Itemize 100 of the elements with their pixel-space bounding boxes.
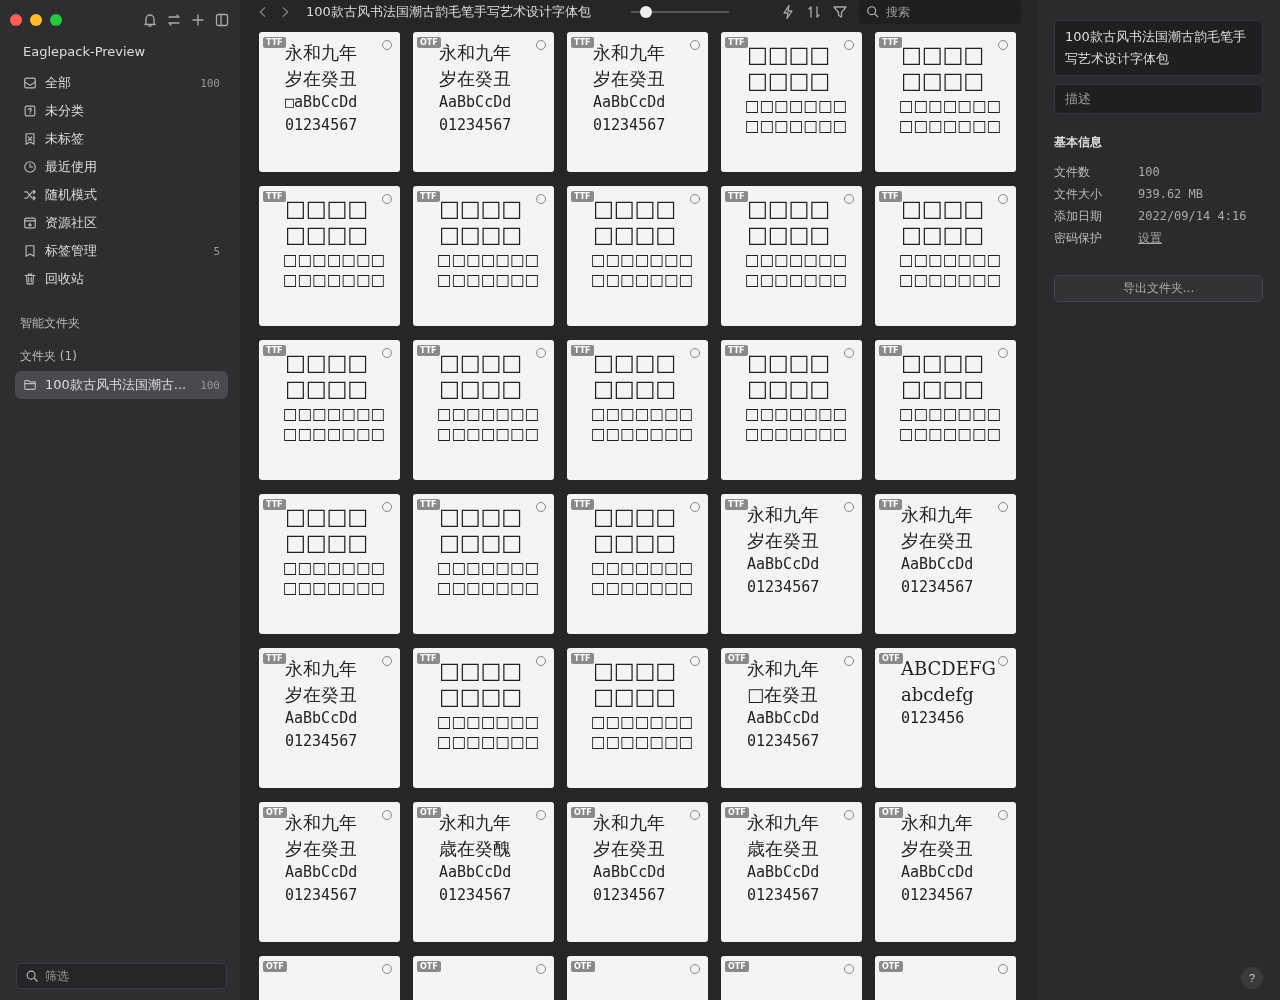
filter-icon[interactable] — [832, 4, 848, 20]
format-tag: TTF — [263, 191, 286, 202]
sidebar-item[interactable]: 标签管理 5 — [15, 237, 228, 265]
sample-text: □□□□□□□ — [591, 271, 694, 290]
plus-icon[interactable] — [190, 12, 206, 28]
sample-text: □□□□ — [439, 376, 523, 403]
export-button[interactable]: 导出文件夹... — [1054, 275, 1263, 302]
sidebar-item[interactable]: 随机模式 — [15, 181, 228, 209]
sample-text: AaBbCcDd — [439, 863, 512, 882]
sample-text: 岁在癸丑 — [901, 529, 973, 552]
format-tag: OTF — [725, 653, 749, 664]
sample-text: □□□□□□□ — [591, 250, 694, 270]
format-tag: TTF — [879, 37, 902, 48]
sample-text: AaBbCcDd — [747, 555, 820, 574]
sample-text: □□□□□□□ — [899, 271, 1002, 290]
minimize-button[interactable] — [30, 14, 42, 26]
format-tag: TTF — [417, 345, 440, 356]
sample-text: □□□□□□□ — [283, 425, 386, 444]
sample-text: 岁在癸丑 — [593, 67, 665, 90]
sidebar-item[interactable]: 资源社区 — [15, 209, 228, 237]
sample-text: □□□□□□□ — [745, 404, 848, 424]
sample-text: □□□□ — [439, 684, 523, 711]
sample-text: 永和九年 — [747, 504, 819, 526]
thumbnail-size-slider[interactable] — [630, 5, 729, 19]
item-label: 未标签 — [45, 130, 85, 148]
sample-text: □□□□ — [901, 42, 985, 69]
description-field[interactable]: 描述 — [1054, 84, 1263, 114]
format-tag: TTF — [417, 499, 440, 510]
sample-text: AaBbCcDd — [901, 863, 974, 882]
help-button[interactable]: ? — [1241, 967, 1263, 989]
sample-text: □□□□ — [747, 196, 831, 223]
shuffle-icon — [23, 188, 37, 202]
sample-text: □□□□ — [439, 222, 523, 249]
format-tag: TTF — [725, 499, 748, 510]
swap-arrows-icon[interactable] — [166, 12, 182, 28]
sort-icon[interactable] — [806, 4, 822, 20]
sample-text: □□□□ — [593, 530, 677, 557]
sidebar-item[interactable]: 最近使用 — [15, 153, 228, 181]
sample-text: 01234567 — [285, 116, 358, 135]
sample-text: □□□□ — [593, 684, 677, 711]
sample-text: □□□□□□□ — [591, 733, 694, 752]
sample-text: 01234567 — [747, 886, 820, 905]
library-switcher[interactable]: Eaglepack-Preview — [0, 40, 240, 69]
zoom-button[interactable] — [50, 14, 62, 26]
sample-text: □□□□□□□ — [591, 404, 694, 424]
sample-text: □□□□□□□ — [283, 579, 386, 598]
sample-text: □□□□ — [439, 530, 523, 557]
sample-text: 01234567 — [439, 116, 512, 135]
sample-text: 01234567 — [747, 732, 820, 751]
untagged-icon — [23, 132, 37, 146]
sidebar-item[interactable]: 全部 100 — [15, 69, 228, 97]
trash-icon — [23, 272, 37, 286]
sample-text: □□□□ — [747, 68, 831, 95]
sample-text: □□□□□□□ — [437, 733, 540, 752]
search-icon — [25, 969, 39, 983]
sample-text: □□□□ — [593, 350, 677, 377]
sidebar-item[interactable]: 未分类 — [15, 97, 228, 125]
format-tag: TTF — [879, 345, 902, 356]
sample-text: □□□□ — [285, 350, 369, 377]
format-tag: TTF — [417, 653, 440, 664]
info-value: 100 — [1138, 165, 1160, 179]
download-box-icon — [23, 216, 37, 230]
sample-text: □□□□ — [285, 196, 369, 223]
folder-item[interactable]: 100款古风书法国潮古... 100 — [15, 371, 228, 399]
format-tag: OTF — [879, 653, 903, 664]
section-heading[interactable]: 文件夹 (1) — [0, 342, 240, 371]
sidebar-toggle-icon[interactable] — [214, 12, 230, 28]
sample-text: □□□□ — [901, 376, 985, 403]
folder-title: 100款古风书法国潮古韵毛笔手写艺术设计字体包 — [306, 3, 591, 21]
sample-text: 01234567 — [285, 886, 358, 905]
format-tag: OTF — [571, 961, 595, 972]
sample-text: □□□□ — [901, 196, 985, 223]
section-heading[interactable]: 智能文件夹 — [0, 309, 240, 338]
filter-field[interactable]: 筛选 — [16, 963, 227, 989]
item-label: 最近使用 — [45, 158, 98, 176]
close-button[interactable] — [10, 14, 22, 26]
sample-text: □□□□ — [747, 222, 831, 249]
sample-text: □□□□ — [747, 42, 831, 69]
sidebar-item[interactable]: 未标签 — [15, 125, 228, 153]
format-tag: OTF — [263, 807, 287, 818]
sample-text: □□□□□□□ — [591, 712, 694, 732]
format-tag: TTF — [417, 191, 440, 202]
sample-text: □□□□□□□ — [437, 250, 540, 270]
sidebar-item[interactable]: 回收站 — [15, 265, 228, 293]
sample-text: □□□□ — [593, 222, 677, 249]
format-tag: TTF — [263, 37, 286, 48]
item-count: 100 — [200, 76, 220, 90]
sample-text: AaBbCcDd — [747, 709, 820, 728]
search-field[interactable]: 搜索 — [858, 0, 1022, 24]
sample-text: 永和九年 — [285, 812, 357, 834]
sample-text: □□□□ — [747, 350, 831, 377]
bell-icon[interactable] — [142, 12, 158, 28]
name-field[interactable]: 100款古风书法国潮古韵毛笔手写艺术设计字体包 — [1054, 20, 1263, 76]
sample-text: 永和九年 — [593, 42, 665, 64]
password-link[interactable]: 设置 — [1138, 229, 1162, 247]
sample-text: 01234567 — [439, 886, 512, 905]
sample-text: 永和九年 — [439, 812, 511, 834]
inbox-icon — [23, 76, 37, 90]
format-tag: OTF — [417, 961, 441, 972]
sample-text: □□□□ — [593, 196, 677, 223]
